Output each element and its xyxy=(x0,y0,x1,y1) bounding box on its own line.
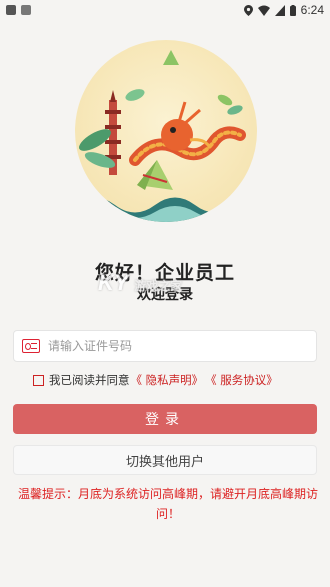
signal-icon xyxy=(274,4,285,16)
switch-user-button[interactable]: 切换其他用户 xyxy=(13,445,317,475)
zongzi-icon xyxy=(137,160,173,190)
zongzi-top-icon xyxy=(163,50,179,65)
hero-illustration xyxy=(75,40,257,222)
status-bar: 6:24 xyxy=(0,0,330,20)
wifi-icon xyxy=(257,5,270,16)
watermark-subtext: 游戏之家 xyxy=(134,279,183,293)
id-number-field-wrapper[interactable] xyxy=(13,330,317,362)
id-card-icon xyxy=(22,339,40,353)
status-left xyxy=(6,5,31,15)
agree-checkbox[interactable] xyxy=(33,374,44,386)
agree-prefix-text: 我已阅读并同意 xyxy=(49,373,130,387)
login-button[interactable]: 登录 xyxy=(13,404,317,434)
id-number-input[interactable] xyxy=(48,339,316,353)
dragon-boat-festival-illustration xyxy=(75,50,257,222)
agreement-row: 我已阅读并同意 《 隐私声明》 《 服务协议》 xyxy=(33,372,279,388)
notice-text: 温馨提示：月底为系统访问高峰期，请避开月底高峰期访问！ xyxy=(18,487,319,521)
privacy-policy-link[interactable]: 《 隐私声明》 xyxy=(131,372,204,388)
watermark-text: KY xyxy=(98,270,129,295)
status-time: 6:24 xyxy=(300,3,324,17)
location-icon xyxy=(243,4,253,16)
status-right: 6:24 xyxy=(243,3,324,17)
watermark: KY 游戏之家 xyxy=(98,270,182,296)
battery-icon xyxy=(289,4,296,16)
app-notification-icon xyxy=(21,5,31,15)
dragon-icon xyxy=(129,101,246,166)
notification-icon xyxy=(6,5,16,15)
service-agreement-link[interactable]: 《 服务协议》 xyxy=(205,372,278,388)
